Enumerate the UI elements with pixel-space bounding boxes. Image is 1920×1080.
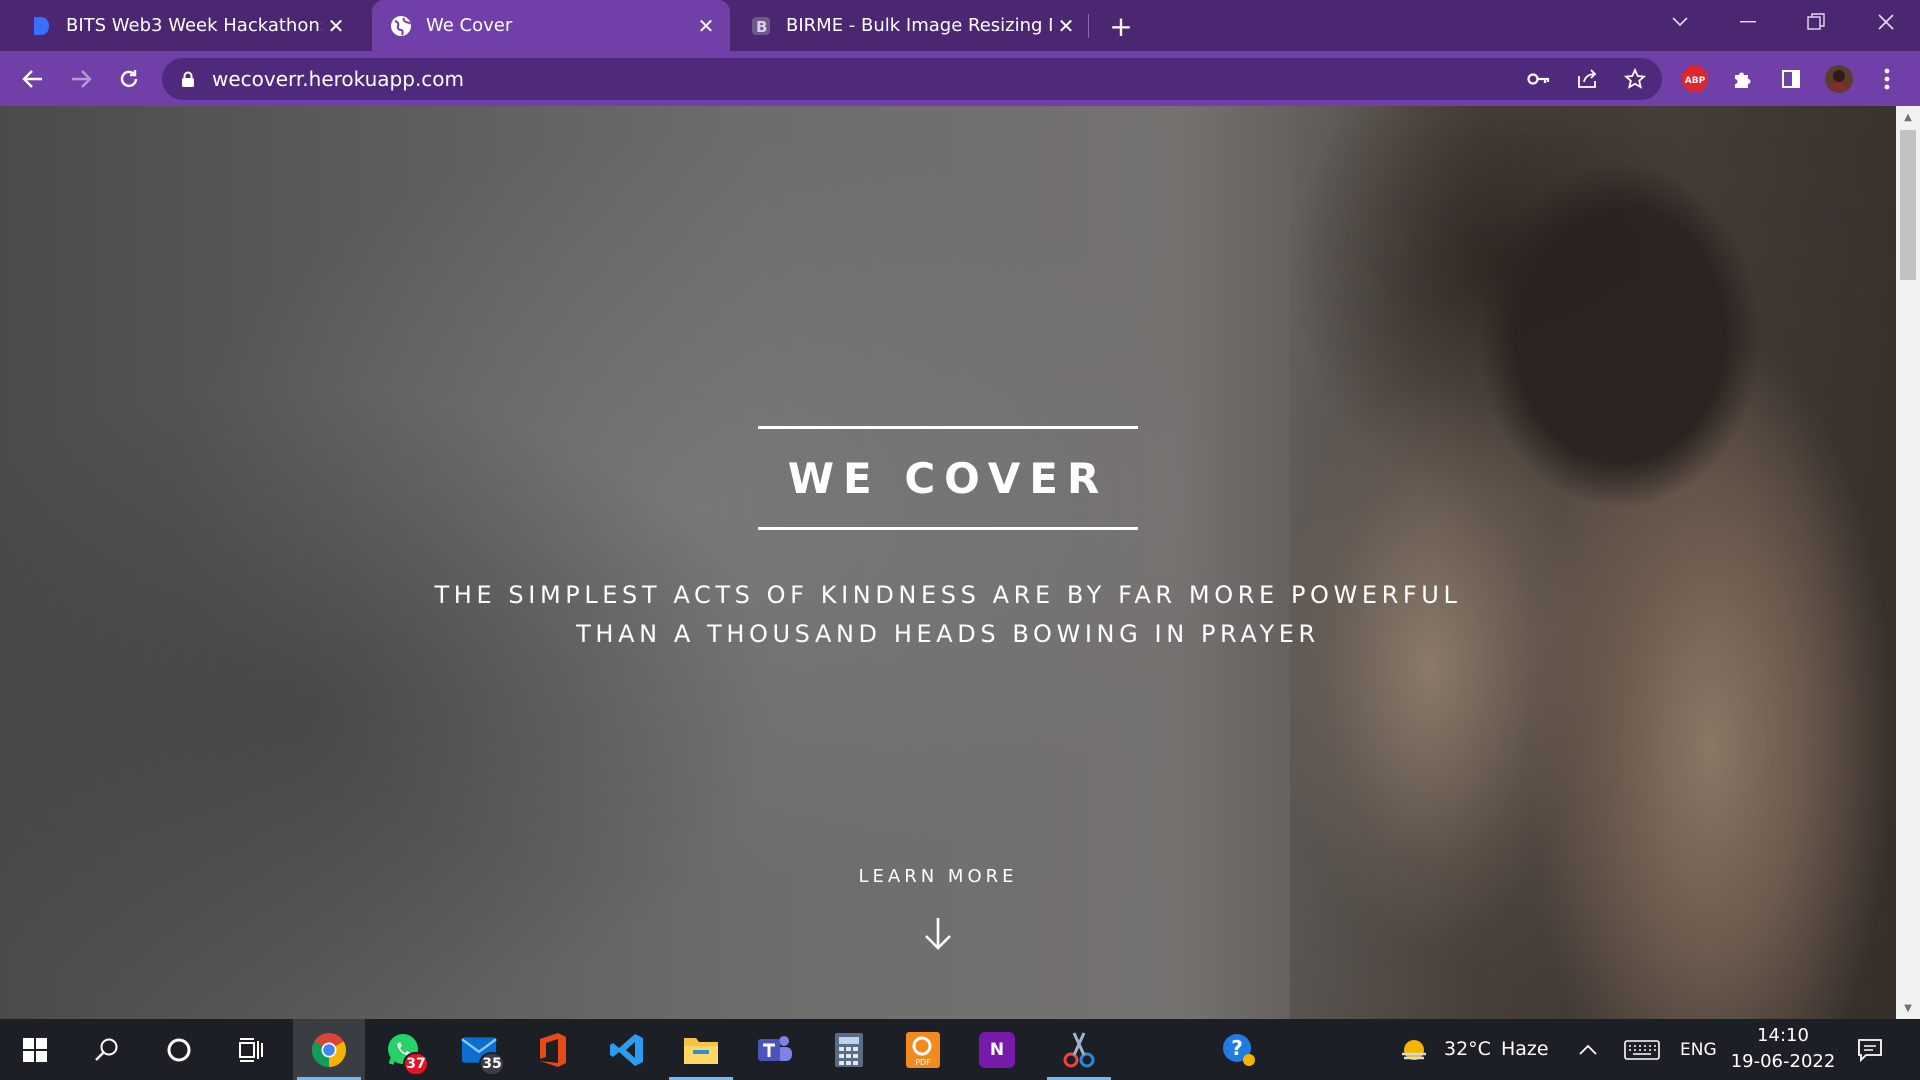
taskbar-get-help[interactable]: ? — [1203, 1019, 1275, 1080]
teams-icon — [758, 1035, 792, 1061]
reload-icon — [120, 70, 138, 88]
search-button[interactable] — [72, 1019, 142, 1080]
start-button[interactable] — [0, 1019, 70, 1080]
onenote-label: N — [989, 1039, 1005, 1060]
tab-title: BIRME - Bulk Image Resizing Ma — [786, 15, 1052, 36]
mail-icon: 35 — [461, 1032, 505, 1076]
tab-search-icon[interactable] — [1650, 0, 1710, 44]
taskbar-onenote[interactable]: N — [961, 1019, 1033, 1080]
taskbar-mail[interactable]: 35 — [443, 1019, 515, 1080]
scroll-down-arrow-icon[interactable]: ▼ — [1896, 997, 1920, 1019]
pdf-icon: PDF — [906, 1031, 940, 1068]
lock-icon[interactable] — [180, 70, 196, 88]
extensions-icon[interactable] — [1726, 62, 1760, 96]
taskbar-office[interactable] — [517, 1019, 589, 1080]
back-button[interactable] — [14, 60, 52, 98]
tab-separator — [1088, 14, 1089, 38]
weather-temp[interactable]: 32°C — [1444, 1038, 1491, 1060]
taskbar-calculator[interactable] — [813, 1019, 885, 1080]
taskbar-chrome[interactable] — [293, 1019, 365, 1080]
taskbar-teams[interactable] — [739, 1019, 811, 1080]
globe-icon — [390, 15, 412, 37]
clock-time: 14:10 — [1757, 1025, 1809, 1046]
tagline-line: THAN A THOUSAND HEADS BOWING IN PRAYER — [576, 620, 1320, 648]
address-bar[interactable]: wecoverr.herokuapp.com — [162, 58, 1662, 100]
close-tab-icon[interactable]: ✕ — [692, 12, 720, 40]
keyboard-icon[interactable] — [1620, 1019, 1664, 1080]
menu-icon[interactable] — [1870, 62, 1904, 96]
onenote-icon: N — [979, 1031, 1015, 1068]
svg-text:?: ? — [1231, 1036, 1243, 1060]
brand-title: WE COVER — [787, 453, 1109, 503]
task-view-icon — [239, 1037, 263, 1062]
close-tab-icon[interactable]: ✕ — [1052, 12, 1080, 40]
cortana-icon — [167, 1038, 191, 1061]
taskbar-whatsapp[interactable]: 37 — [367, 1019, 439, 1080]
taskbar-file-explorer[interactable] — [665, 1019, 737, 1080]
scroll-up-arrow-icon[interactable]: ▲ — [1896, 106, 1920, 128]
close-tab-icon[interactable]: ✕ — [322, 12, 350, 40]
scrollbar-thumb[interactable] — [1900, 130, 1916, 280]
minimize-button[interactable] — [1718, 0, 1778, 44]
vscode-icon — [610, 1033, 643, 1066]
taskbar: 37 35 PDF N ? 32°C Haze ENG 14:10 19-06-… — [0, 1019, 1920, 1080]
restore-button[interactable] — [1786, 0, 1846, 44]
tab-birme[interactable]: B BIRME - Bulk Image Resizing Ma ✕ — [730, 0, 1090, 51]
svg-text:PDF: PDF — [915, 1058, 931, 1067]
share-icon[interactable] — [1570, 62, 1604, 96]
unread-badge: 35 — [479, 1051, 505, 1076]
page-scrollbar[interactable]: ▲ ▼ — [1896, 106, 1920, 1019]
search-icon — [95, 1038, 118, 1061]
learn-more-link[interactable]: LEARN MORE — [798, 866, 1078, 887]
taskbar-snipping-tool[interactable] — [1043, 1019, 1115, 1080]
weather-icon[interactable] — [1394, 1019, 1434, 1080]
folder-icon — [684, 1037, 718, 1064]
whatsapp-icon: 37 — [385, 1032, 429, 1076]
office-icon — [540, 1032, 566, 1067]
scissors-icon — [1063, 1031, 1095, 1067]
weather-condition[interactable]: Haze — [1501, 1038, 1549, 1060]
clock-date: 19-06-2022 — [1730, 1051, 1836, 1072]
taskbar-pdf-reader[interactable]: PDF — [887, 1019, 959, 1080]
taskbar-vscode[interactable] — [591, 1019, 663, 1080]
task-view-button[interactable] — [216, 1019, 286, 1080]
profile-avatar[interactable] — [1822, 62, 1856, 96]
calculator-icon — [835, 1032, 863, 1067]
chrome-icon — [312, 1032, 346, 1067]
forward-button[interactable] — [62, 60, 100, 98]
forward-icon — [72, 70, 92, 88]
adblock-icon[interactable]: ABP — [1678, 62, 1712, 96]
star-icon[interactable] — [1618, 62, 1652, 96]
url-text[interactable]: wecoverr.herokuapp.com — [212, 67, 464, 91]
help-icon: ? — [1223, 1033, 1255, 1066]
adblock-label: ABP — [1685, 76, 1706, 86]
hero-section: WE COVER THE SIMPLEST ACTS OF KINDNESS A… — [0, 106, 1896, 1019]
windows-icon — [23, 1037, 47, 1062]
tab-bits-hackathon[interactable]: BITS Web3 Week Hackathon: Das ✕ — [0, 0, 360, 51]
clock[interactable]: 14:10 19-06-2022 — [1728, 1023, 1838, 1075]
tagline-line: THE SIMPLEST ACTS OF KINDNESS ARE BY FAR… — [434, 581, 1462, 609]
tab-title: BITS Web3 Week Hackathon: Das — [66, 15, 322, 36]
new-tab-button[interactable]: + — [1104, 10, 1138, 43]
back-icon — [22, 70, 42, 88]
arrow-down-icon[interactable] — [921, 914, 955, 954]
tab-title: We Cover — [426, 15, 513, 36]
brand-frame: WE COVER — [758, 426, 1138, 530]
devfolio-icon — [30, 15, 52, 37]
svg-text:B: B — [756, 18, 767, 36]
unread-badge: 37 — [403, 1051, 429, 1076]
language-indicator[interactable]: ENG — [1680, 1040, 1717, 1060]
cortana-button[interactable] — [144, 1019, 214, 1080]
reload-button[interactable] — [110, 60, 148, 98]
tab-we-cover[interactable]: We Cover ✕ — [372, 0, 730, 51]
chevron-up-icon[interactable] — [1570, 1019, 1606, 1080]
sidepanel-icon[interactable] — [1774, 62, 1808, 96]
notifications-icon[interactable] — [1850, 1019, 1890, 1080]
page-viewport: WE COVER THE SIMPLEST ACTS OF KINDNESS A… — [0, 106, 1896, 1019]
key-icon[interactable] — [1522, 62, 1556, 96]
close-window-button[interactable] — [1856, 0, 1916, 44]
hero-tagline: THE SIMPLEST ACTS OF KINDNESS ARE BY FAR… — [300, 576, 1596, 654]
birme-icon: B — [750, 15, 772, 37]
tab-strip: BITS Web3 Week Hackathon: Das ✕ We Cover… — [0, 0, 1920, 51]
